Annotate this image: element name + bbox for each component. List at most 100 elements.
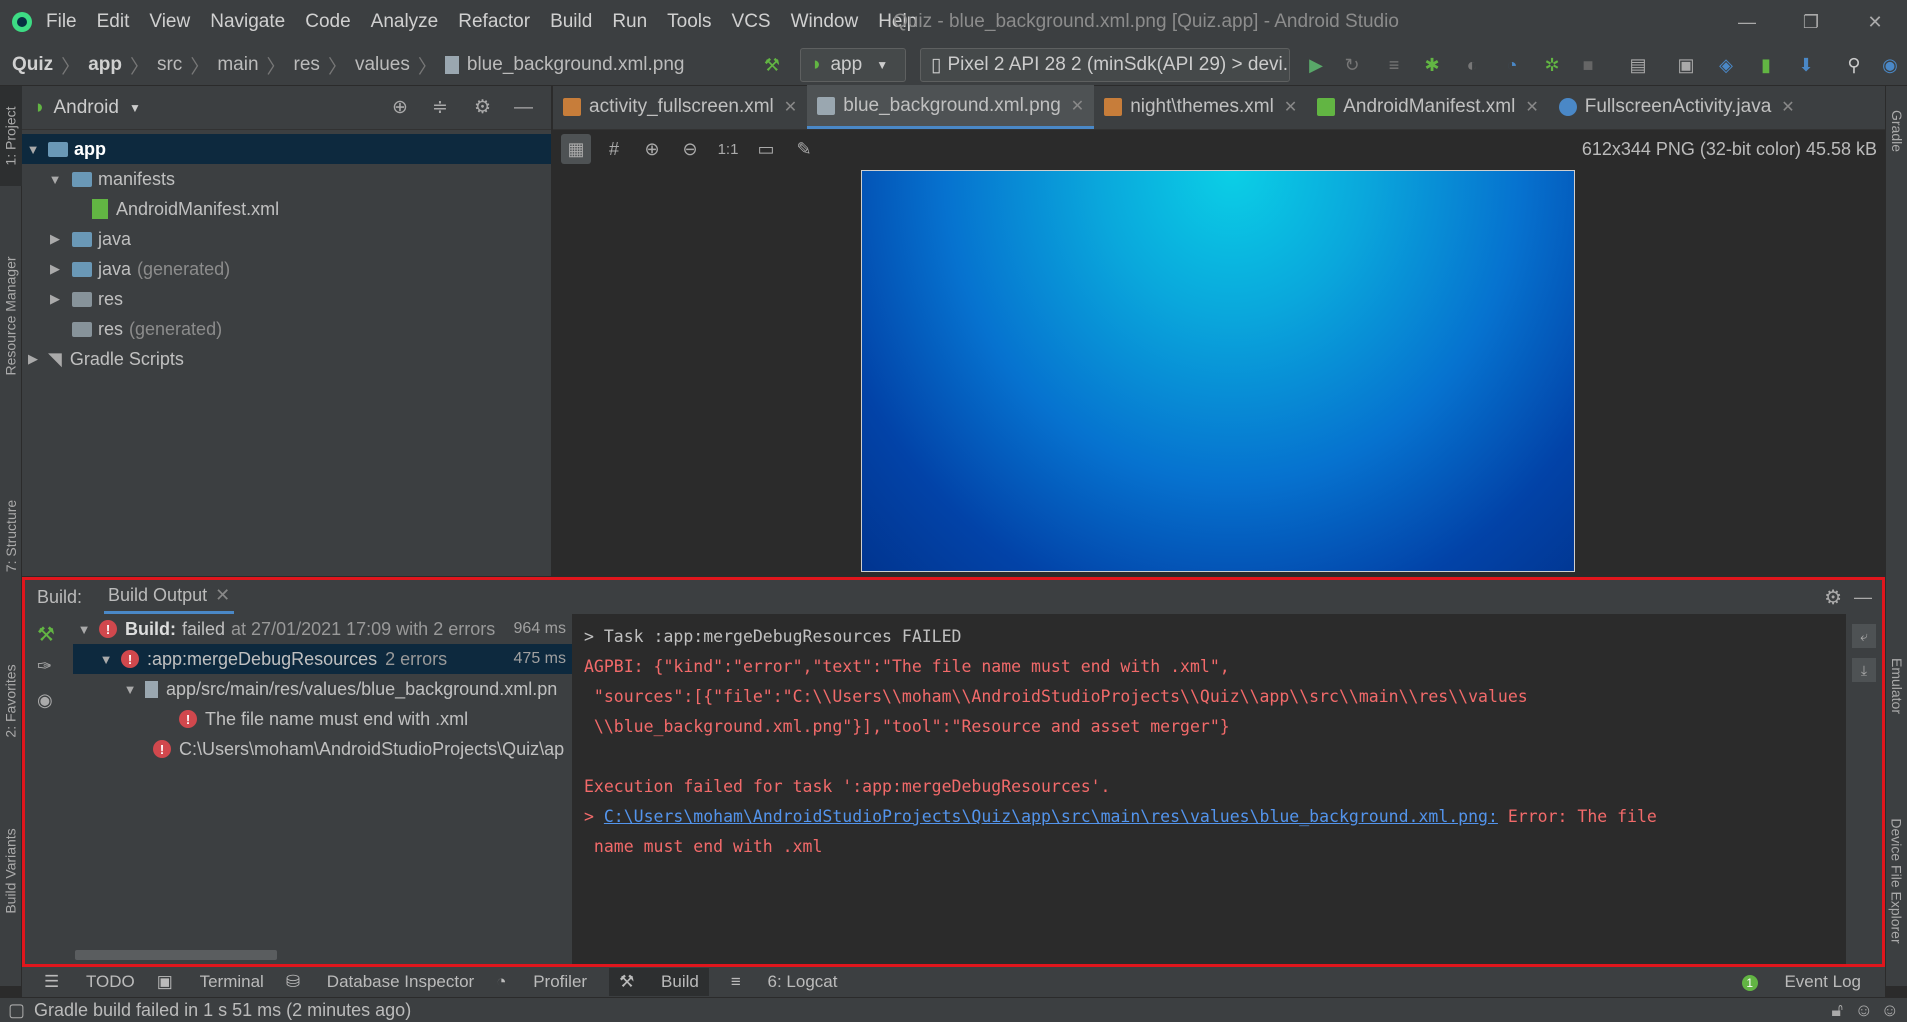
expand-icon[interactable]: ▶ <box>48 231 62 247</box>
tab-build-output[interactable]: Build Output ✕ <box>104 580 235 614</box>
menu-vcs[interactable]: VCS <box>732 11 771 33</box>
debug-icon[interactable]: ✱ <box>1420 53 1444 77</box>
menu-navigate[interactable]: Navigate <box>210 11 285 33</box>
gear-icon[interactable]: ⚙ <box>1824 585 1842 610</box>
restore-icon[interactable]: ❐ <box>1779 0 1843 44</box>
expand-icon[interactable]: ▶ <box>26 351 40 367</box>
close-tab-icon[interactable]: ✕ <box>215 585 230 606</box>
stop-icon[interactable]: ■ <box>1576 53 1600 77</box>
zoom-out-icon[interactable]: ⊖ <box>675 134 705 164</box>
close-tab-icon[interactable]: ✕ <box>1781 97 1794 117</box>
build-root-row[interactable]: ▼ ! Build: failed at 27/01/2021 17:09 wi… <box>73 614 572 644</box>
locate-icon[interactable]: ⊕ <box>392 96 408 119</box>
inspector-icon[interactable]: ☺ <box>1855 1000 1873 1021</box>
chevron-down-icon[interactable]: ▼ <box>129 101 141 115</box>
device-file-explorer-tab[interactable]: Device File Explorer <box>1886 776 1907 986</box>
menu-code[interactable]: Code <box>305 11 350 33</box>
run-icon[interactable]: ▶ <box>1304 53 1328 77</box>
tab-build[interactable]: ⚒ Build <box>609 968 709 996</box>
tab-database-inspector[interactable]: ⛁ Database Inspector <box>286 972 474 992</box>
device-manager-icon[interactable]: ▮ <box>1754 53 1778 77</box>
rebuild-hammer-icon[interactable]: ⚒ <box>37 622 55 647</box>
minimize-icon[interactable]: — <box>1715 0 1779 44</box>
tab-profiler[interactable]: ◔ Profiler <box>496 972 587 992</box>
breadcrumb-app[interactable]: app <box>88 54 122 76</box>
expand-icon[interactable]: ▼ <box>123 682 137 697</box>
tree-item-gradle-scripts[interactable]: ▶ ◥ Gradle Scripts <box>22 344 551 374</box>
menu-analyze[interactable]: Analyze <box>371 11 439 33</box>
expand-icon[interactable]: ▼ <box>77 622 91 637</box>
tab-blue-background[interactable]: blue_background.xml.png ✕ <box>807 85 1095 129</box>
expand-icon[interactable]: ▼ <box>48 172 62 187</box>
structure-tab[interactable]: 7: Structure <box>0 476 22 596</box>
menu-view[interactable]: View <box>149 11 190 33</box>
horizontal-scrollbar[interactable] <box>75 950 277 960</box>
tab-night-themes[interactable]: night\themes.xml ✕ <box>1094 85 1307 129</box>
make-project-hammer-icon[interactable]: ⚒ <box>760 53 784 77</box>
breadcrumb-values[interactable]: values <box>355 54 410 76</box>
tree-item-res[interactable]: ▶ res <box>22 284 551 314</box>
menu-refactor[interactable]: Refactor <box>458 11 530 33</box>
tab-activity-fullscreen[interactable]: activity_fullscreen.xml ✕ <box>553 85 807 129</box>
build-variants-tab[interactable]: Build Variants <box>0 806 22 936</box>
attach-debugger-icon[interactable]: ◐ <box>1460 53 1484 77</box>
error-file-link[interactable]: C:\Users\moham\AndroidStudioProjects\Qui… <box>604 807 1498 826</box>
fit-zoom-icon[interactable]: ▭ <box>751 134 781 164</box>
avd-manager-icon[interactable]: ▣ <box>1674 53 1698 77</box>
build-path-error-row[interactable]: ! C:\Users\moham\AndroidStudioProjects\Q… <box>73 734 572 764</box>
color-picker-icon[interactable]: ✎ <box>789 134 819 164</box>
collapse-all-icon[interactable]: ≑ <box>432 96 448 119</box>
breadcrumb-main[interactable]: main <box>217 54 258 76</box>
apply-changes-icon[interactable]: ↻ <box>1340 53 1364 77</box>
scroll-to-end-icon[interactable]: ⤓ <box>1852 658 1876 682</box>
breadcrumb-res[interactable]: res <box>294 54 320 76</box>
menu-build[interactable]: Build <box>550 11 592 33</box>
notifications-icon[interactable]: ☺ <box>1881 1000 1899 1021</box>
close-tab-icon[interactable]: ✕ <box>1525 97 1538 117</box>
hide-icon[interactable]: — <box>514 97 533 119</box>
menu-tools[interactable]: Tools <box>667 11 711 33</box>
menu-file[interactable]: File <box>46 11 77 33</box>
build-error-row[interactable]: ! The file name must end with .xml <box>73 704 572 734</box>
debug-app-icon[interactable]: ✲ <box>1540 53 1564 77</box>
grid-icon[interactable]: # <box>599 134 629 164</box>
gear-icon[interactable]: ⚙ <box>474 96 491 119</box>
pin-icon[interactable]: ✑ <box>37 656 52 677</box>
chessboard-icon[interactable]: ▦ <box>561 134 591 164</box>
gradle-tab[interactable]: Gradle <box>1886 86 1907 176</box>
menu-edit[interactable]: Edit <box>97 11 130 33</box>
expand-icon[interactable]: ▼ <box>99 652 113 667</box>
menu-run[interactable]: Run <box>612 11 647 33</box>
breadcrumb-src[interactable]: src <box>157 54 182 76</box>
tab-androidmanifest[interactable]: AndroidManifest.xml ✕ <box>1307 85 1549 129</box>
event-log-button[interactable]: 1 Event Log <box>1720 972 1861 992</box>
tree-item-java-generated[interactable]: ▶ java (generated) <box>22 254 551 284</box>
soft-wrap-icon[interactable]: ⤶ <box>1852 624 1876 648</box>
close-tab-icon[interactable]: ✕ <box>784 97 797 117</box>
tree-item-res-generated[interactable]: res (generated) <box>22 314 551 344</box>
build-task-row[interactable]: ▼ ! :app:mergeDebugResources 2 errors 47… <box>73 644 572 674</box>
user-icon[interactable]: ◉ <box>1878 53 1902 77</box>
tree-item-java[interactable]: ▶ java <box>22 224 551 254</box>
expand-icon[interactable]: ▶ <box>48 261 62 277</box>
sdk-manager-icon[interactable]: ⬇ <box>1794 53 1818 77</box>
toggle-tool-windows-icon[interactable]: ▢ <box>8 1000 25 1021</box>
tree-item-app[interactable]: ▼ app <box>22 134 551 164</box>
gradle-sync-icon[interactable]: ◈ <box>1714 53 1738 77</box>
expand-icon[interactable]: ▶ <box>48 291 62 307</box>
emulator-tab[interactable]: Emulator <box>1886 626 1907 746</box>
run-config-select[interactable]: ◗ app ▼ <box>800 48 906 82</box>
search-icon[interactable]: ⚲ <box>1842 53 1866 77</box>
tree-item-androidmanifest[interactable]: AndroidManifest.xml <box>22 194 551 224</box>
profile-icon[interactable]: ◔ <box>1500 53 1524 77</box>
device-select[interactable]: ▯ Pixel 2 API 28 2 (minSdk(API 29) > dev… <box>920 48 1290 82</box>
expand-icon[interactable]: ▼ <box>26 142 40 157</box>
menu-window[interactable]: Window <box>791 11 859 33</box>
breadcrumb-quiz[interactable]: Quiz <box>12 54 53 76</box>
sync-project-icon[interactable]: ▤ <box>1626 53 1650 77</box>
apply-code-changes-icon[interactable]: ≡ <box>1382 53 1406 77</box>
build-file-row[interactable]: ▼ app/src/main/res/values/blue_backgroun… <box>73 674 572 704</box>
tree-item-manifests[interactable]: ▼ manifests <box>22 164 551 194</box>
lock-icon[interactable]: 🔓︎ <box>1831 1000 1843 1021</box>
project-view-select[interactable]: Android <box>53 97 119 119</box>
